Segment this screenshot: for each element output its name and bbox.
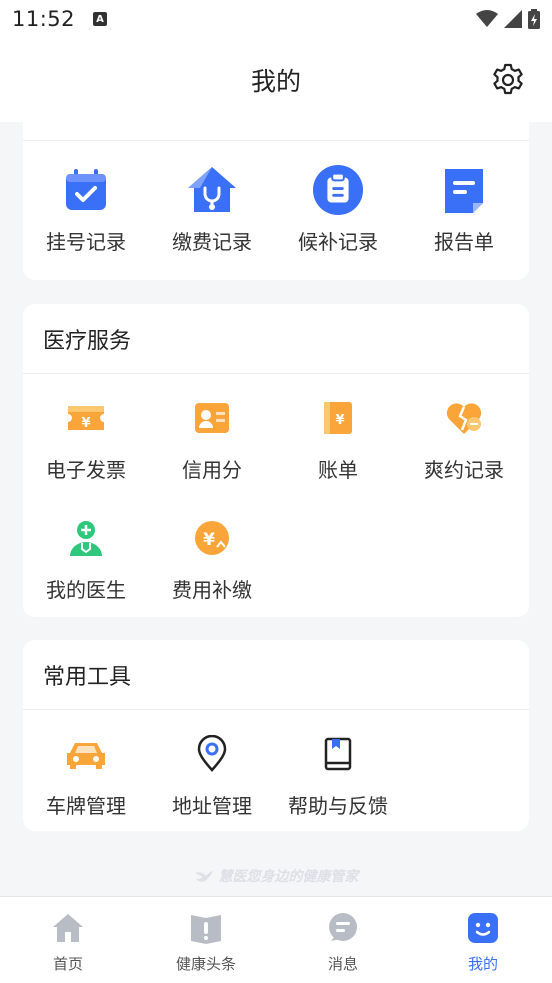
id-card-icon [186,392,238,444]
tab-home-label: 首页 [52,955,83,973]
address-management-label: 地址管理 [172,794,252,818]
status-time: 11:52 [12,7,76,31]
registration-records-button[interactable]: 挂号记录 [23,164,149,255]
plate-management-button[interactable]: 车牌管理 [23,728,149,819]
brand-slogan: 慧医您身边的健康管家 [0,866,552,886]
location-pin-icon [186,728,238,780]
bill-label: 账单 [318,458,358,482]
help-feedback-button[interactable]: 帮助与反馈 [275,728,401,819]
doctor-icon [60,512,112,564]
page-title: 我的 [250,67,301,96]
my-doctor-label: 我的医生 [46,578,126,602]
yen-coin-icon: ¥ [186,512,238,564]
records-card: 挂号记录 缴费记录 候补记录 报告单 [23,122,529,280]
medical-services-title: 医疗服务 [23,304,529,374]
tab-messages[interactable]: 消息 [293,911,393,974]
medical-services-card: 医疗服务 ¥ 电子发票 信用分 ¥ 账单 爽约记录 我的医生 ¥ 费用补缴 [23,304,529,617]
registration-records-label: 挂号记录 [46,230,126,254]
credit-score-label: 信用分 [182,458,242,482]
address-management-button[interactable]: 地址管理 [149,728,275,819]
status-icons [476,9,540,29]
tab-health-news[interactable]: 健康头条 [156,911,256,974]
bottom-tab-bar: 首页 健康头条 消息 我的 [0,896,552,983]
clipboard-icon [312,164,364,216]
car-icon [60,728,112,780]
news-book-icon [189,911,223,945]
tab-home[interactable]: 首页 [18,911,118,974]
svg-text:¥: ¥ [203,530,215,550]
e-invoice-label: 电子发票 [46,458,126,482]
no-show-records-button[interactable]: 爽约记录 [401,392,527,483]
help-feedback-label: 帮助与反馈 [288,794,388,818]
fee-supplement-label: 费用补缴 [172,578,252,602]
bill-button[interactable]: ¥ 账单 [275,392,401,483]
broken-heart-icon [438,392,490,444]
fee-supplement-button[interactable]: ¥ 费用补缴 [149,512,275,603]
house-stethoscope-icon [186,164,238,216]
credit-score-button[interactable]: 信用分 [149,392,275,483]
status-bar: 11:52 A [0,0,552,38]
tab-health-news-label: 健康头条 [175,955,236,973]
payment-records-button[interactable]: 缴费记录 [149,164,275,255]
svg-text:¥: ¥ [335,413,344,428]
tab-mine-label: 我的 [467,955,498,973]
payment-records-label: 缴费记录 [172,230,252,254]
message-icon [326,911,360,945]
report-label: 报告单 [434,230,494,254]
my-doctor-button[interactable]: 我的医生 [23,512,149,603]
face-icon [466,911,500,945]
wifi-icon [476,10,498,27]
signal-icon [504,10,522,28]
report-button[interactable]: 报告单 [401,164,527,255]
plate-management-label: 车牌管理 [46,794,126,818]
common-tools-title: 常用工具 [23,640,529,710]
settings-gear-icon[interactable] [490,62,526,98]
yen-bill-icon: ¥ [312,392,364,444]
calendar-check-icon [60,164,112,216]
notification-a-icon: A [93,12,108,26]
waitlist-records-label: 候补记录 [298,230,378,254]
document-icon [438,164,490,216]
tab-messages-label: 消息 [327,955,358,973]
tab-mine[interactable]: 我的 [433,911,533,974]
battery-icon [528,9,540,29]
bird-logo-icon [194,871,213,882]
waitlist-records-button[interactable]: 候补记录 [275,164,401,255]
no-show-records-label: 爽约记录 [424,458,504,482]
records-card-top-divider [23,140,529,141]
yen-ticket-icon: ¥ [60,392,112,444]
common-tools-card: 常用工具 车牌管理 地址管理 帮助与反馈 [23,640,529,831]
svg-text:¥: ¥ [81,416,90,431]
book-icon [312,728,364,780]
e-invoice-button[interactable]: ¥ 电子发票 [23,392,149,483]
page-header: 我的 [0,38,552,122]
home-icon [51,911,85,945]
slogan-text: 慧医您身边的健康管家 [218,869,359,885]
